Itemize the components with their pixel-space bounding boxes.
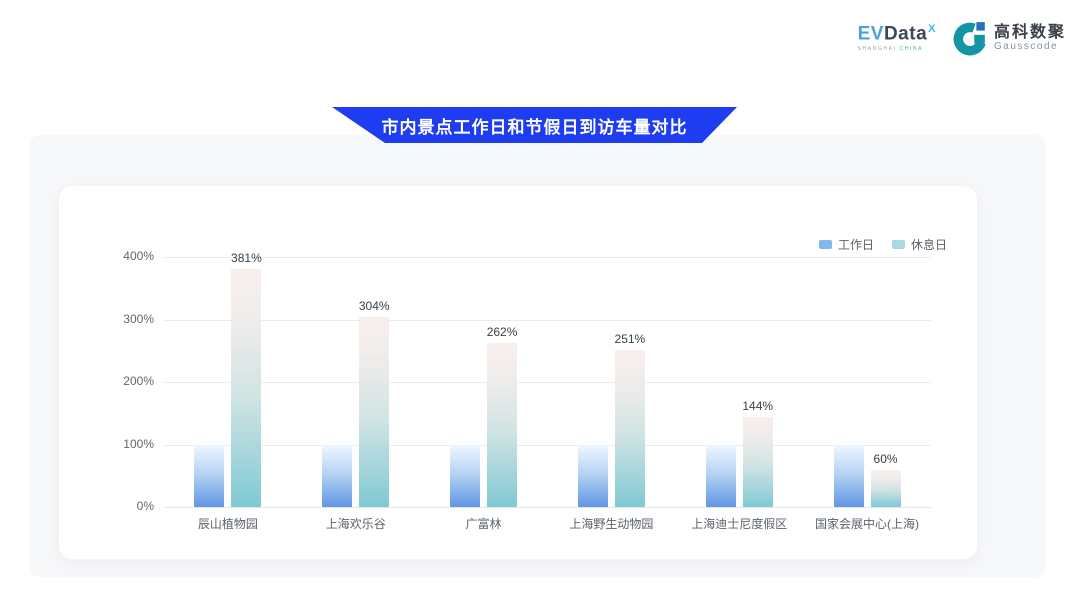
bar-restday[interactable]: 381% <box>231 269 261 507</box>
evdata-x-superscript: X <box>928 23 936 35</box>
bar-value-label: 144% <box>742 399 773 413</box>
y-tick-label: 0% <box>94 499 154 513</box>
gausscode-g-icon <box>952 20 988 56</box>
bar-value-label: 262% <box>487 325 518 339</box>
x-category-label: 上海迪士尼度假区 <box>691 515 787 532</box>
evdata-wordmark: EVDataX <box>858 24 936 43</box>
bar-group: 60%国家会展中心(上海) <box>803 257 931 507</box>
legend-swatch-restday <box>892 240 905 249</box>
bar-group: 381%辰山植物园 <box>164 257 292 507</box>
legend-swatch-workday <box>819 240 832 249</box>
chart-legend: 工作日 休息日 <box>819 236 947 253</box>
bar-workday[interactable] <box>578 445 608 508</box>
bar-workday[interactable] <box>194 445 224 508</box>
bar-group: 251%上海野生动物园 <box>547 257 675 507</box>
bar-group: 144%上海迪士尼度假区 <box>675 257 803 507</box>
gausscode-logo: 高科数聚 Gausscode <box>952 20 1066 56</box>
legend-label-restday: 休息日 <box>911 236 947 253</box>
bar-workday[interactable] <box>706 445 736 508</box>
evdata-tagline: SHANGHAI CHINA <box>858 46 923 52</box>
bar-restday[interactable]: 251% <box>615 350 645 507</box>
bar-restday[interactable]: 144% <box>743 417 773 507</box>
gridline-0 <box>164 507 931 508</box>
evdata-ev-text: EV <box>858 23 884 44</box>
bar-group: 304%上海欢乐谷 <box>292 257 420 507</box>
header-logos: EVDataX SHANGHAI CHINA 高科数聚 Gausscode <box>858 20 1066 56</box>
y-tick-label: 300% <box>94 312 154 326</box>
bar-workday[interactable] <box>322 445 352 508</box>
bar-value-label: 304% <box>359 299 390 313</box>
x-category-label: 广富林 <box>466 515 502 532</box>
x-category-label: 上海野生动物园 <box>569 515 653 532</box>
bar-groups: 381%辰山植物园304%上海欢乐谷262%广富林251%上海野生动物园144%… <box>164 257 931 507</box>
bar-restday[interactable]: 60% <box>871 470 901 508</box>
legend-item-restday[interactable]: 休息日 <box>892 236 947 253</box>
bar-group: 262%广富林 <box>420 257 548 507</box>
x-category-label: 国家会展中心(上海) <box>815 515 919 532</box>
chart-title: 市内景点工作日和节假日到访车量对比 <box>382 113 688 138</box>
y-tick-label: 400% <box>94 249 154 263</box>
gausscode-name-en: Gausscode <box>994 41 1066 52</box>
legend-label-workday: 工作日 <box>838 236 874 253</box>
chart-plot-area: 0%100%200%300%400%381%辰山植物园304%上海欢乐谷262%… <box>164 257 931 507</box>
bar-restday[interactable]: 262% <box>487 343 517 507</box>
x-category-label: 上海欢乐谷 <box>326 515 386 532</box>
bar-restday[interactable]: 304% <box>359 317 389 507</box>
bar-workday[interactable] <box>450 445 480 508</box>
legend-item-workday[interactable]: 工作日 <box>819 236 874 253</box>
chart-title-banner: 市内景点工作日和节假日到访车量对比 <box>332 107 737 143</box>
chart-card: 工作日 休息日 0%100%200%300%400%381%辰山植物园304%上… <box>58 185 978 560</box>
bar-value-label: 381% <box>231 251 262 265</box>
gausscode-name-cn: 高科数聚 <box>994 24 1066 42</box>
evdata-logo: EVDataX SHANGHAI CHINA <box>858 24 936 52</box>
bar-value-label: 251% <box>615 332 646 346</box>
x-category-label: 辰山植物园 <box>198 515 258 532</box>
chart-panel: 工作日 休息日 0%100%200%300%400%381%辰山植物园304%上… <box>30 135 1045 577</box>
evdata-data-text: Data <box>884 23 927 44</box>
bar-value-label: 60% <box>874 452 898 466</box>
y-tick-label: 100% <box>94 437 154 451</box>
y-tick-label: 200% <box>94 374 154 388</box>
bar-workday[interactable] <box>834 445 864 508</box>
gausscode-text: 高科数聚 Gausscode <box>994 24 1066 53</box>
